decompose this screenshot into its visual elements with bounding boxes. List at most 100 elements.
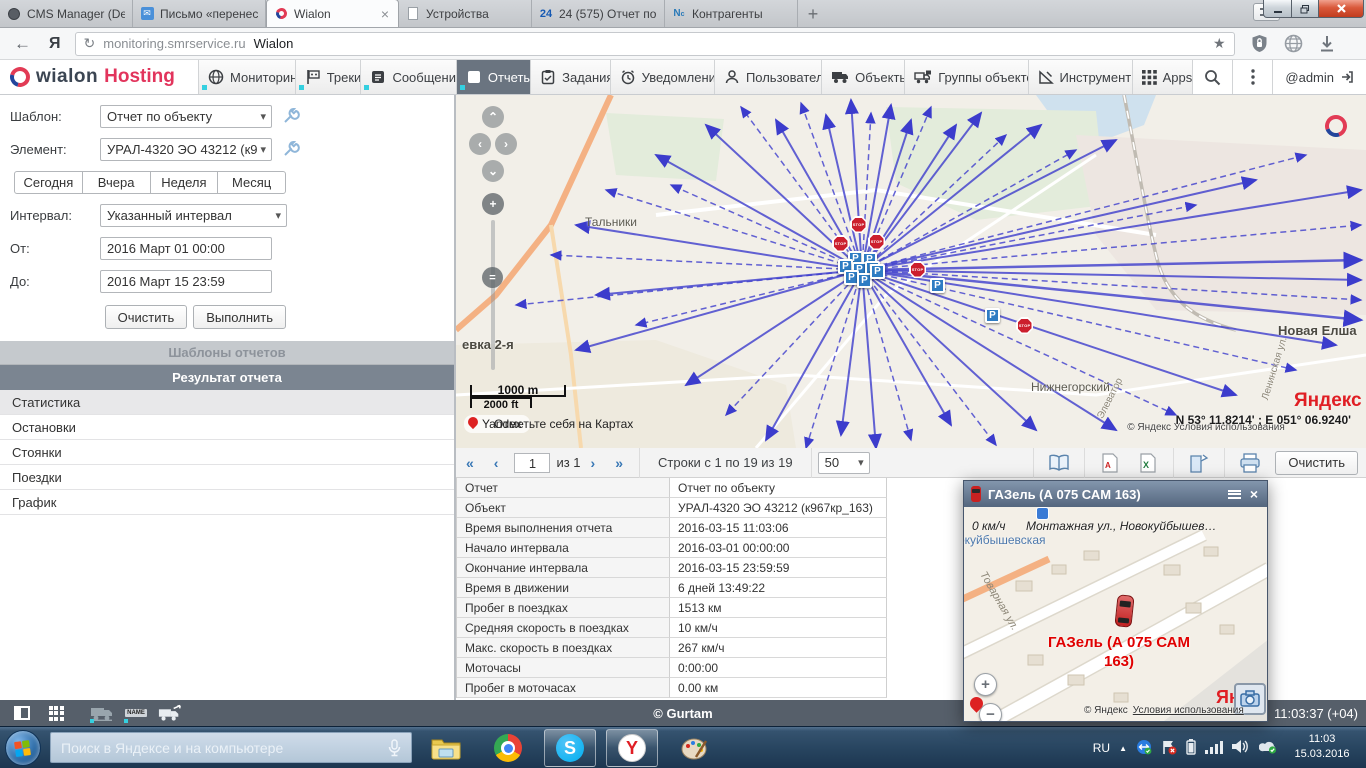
language-indicator[interactable]: RU [1093,741,1110,755]
popup-copyright[interactable]: © ЯндексУсловия использования [1084,705,1244,716]
map-attribution[interactable]: Yandex Отметьте себя на Картах [464,415,530,433]
unit-popup[interactable]: ГАЗель (А 075 САМ 163) × 0 км/ч Монтажна… [963,480,1268,722]
nav-item-tools[interactable]: Инструменты [1028,60,1132,94]
zoom-in-button[interactable]: + [482,193,504,215]
nav-item-messages[interactable]: Сообщения [360,60,455,94]
bookmark-star-icon[interactable]: ★ [1213,35,1226,52]
report-result-item[interactable]: График [0,490,454,515]
more-menu-button[interactable] [1232,60,1272,94]
microphone-icon[interactable] [388,739,401,757]
next-page-button[interactable]: › [581,455,606,471]
nav-item-globe[interactable]: Мониторинг [198,60,295,94]
battery-icon[interactable] [1186,739,1196,758]
parking-marker[interactable]: P [870,264,885,279]
taskbar-app-chrome[interactable] [482,729,534,767]
pan-left-button[interactable]: ‹ [469,133,491,155]
pan-down-button[interactable]: ⌄ [482,160,504,182]
popup-zoom-in-button[interactable]: + [974,673,997,696]
minimize-button[interactable] [1263,0,1292,18]
browser-tab[interactable]: 2424 (575) Отчет по арнави [532,0,665,27]
nav-item-apps[interactable]: Apps [1132,60,1193,94]
report-result-item[interactable]: Поездки [0,465,454,490]
user-menu[interactable]: @admin [1272,60,1366,94]
page-input[interactable]: 1 [514,453,550,473]
yandex-logo[interactable]: Яндекс [1294,390,1362,412]
unit-popup-map[interactable]: 0 км/ч Монтажная ул., Новокуйбышев… окуй… [964,507,1267,721]
start-button[interactable] [5,730,41,766]
browser-tab[interactable]: CMS Manager (Develo [0,0,133,27]
zoom-slider-track[interactable] [491,220,495,370]
to-input[interactable]: 2016 Март 15 23:59 [100,270,272,293]
reload-icon[interactable]: ↻ [84,35,96,52]
unit-popup-header[interactable]: ГАЗель (А 075 САМ 163) × [964,481,1267,507]
shield-icon[interactable] [1251,34,1268,53]
last-page-button[interactable]: » [605,455,633,471]
browser-tab[interactable]: ✉Письмо «перенести о [133,0,266,27]
taskbar-clock[interactable]: 11:03 15.03.2016 [1284,732,1360,762]
template-wrench-icon[interactable] [282,107,300,125]
nav-item-flag[interactable]: Треки [295,60,361,94]
unit-popup-close-icon[interactable]: × [1248,486,1260,502]
quick-interval-button-0[interactable]: Сегодня [14,171,83,194]
browser-menu-button[interactable]: Я [43,35,75,53]
print-icon[interactable] [1231,448,1269,478]
globe-icon[interactable] [1284,34,1303,53]
remote-access-icon[interactable] [1136,739,1152,758]
nav-item-reports[interactable]: Отчеты [456,60,530,94]
map-area[interactable]: Тальникиевка 2-яНижнегорскийНовая ЕлшаЭл… [456,95,1366,448]
first-page-button[interactable]: « [456,455,484,471]
new-tab-button[interactable]: + [798,1,828,27]
interval-select[interactable]: Указанный интервал [100,204,287,227]
report-result-item[interactable]: Статистика [0,390,454,415]
result-header[interactable]: Результат отчета [0,365,454,390]
unit-marker-car[interactable] [1114,594,1134,628]
pan-up-button[interactable]: ⌃ [482,106,504,128]
taskbar-app-paint[interactable] [668,729,720,767]
template-select[interactable]: Отчет по объекту [100,105,272,128]
nav-item-user[interactable]: Пользователи [714,60,821,94]
element-wrench-icon[interactable] [282,140,300,158]
nav-item-truck-group[interactable]: Группы объектов [904,60,1027,94]
action-center-icon[interactable] [1161,739,1177,758]
execute-button[interactable]: Выполнить [193,305,286,329]
nav-item-tasks[interactable]: Задания [530,60,610,94]
nav-item-truck[interactable]: Объекты [821,60,904,94]
report-result-item[interactable]: Остановки [0,415,454,440]
quick-interval-button-1[interactable]: Вчера [82,171,151,194]
taskbar-app-skype[interactable]: S [544,729,596,767]
tray-expand-icon[interactable]: ▲ [1119,744,1127,753]
unit-popup-menu-icon[interactable] [1228,490,1241,499]
report-result-item[interactable]: Стоянки [0,440,454,465]
cloud-sync-icon[interactable] [1259,739,1278,757]
browser-tab[interactable]: Устройства [399,0,532,27]
pan-right-button[interactable]: › [495,133,517,155]
from-input[interactable]: 2016 Март 01 00:00 [100,237,272,260]
close-button[interactable] [1319,0,1364,18]
back-button[interactable]: ← [0,34,43,54]
nav-item-alarm[interactable]: Уведомления [610,60,714,94]
element-select[interactable]: УРАЛ-4320 ЭО 43212 (к9 [100,138,272,161]
taskbar-app-yandex-browser[interactable]: Y [606,729,658,767]
taskbar-app-explorer[interactable] [420,729,472,767]
prev-page-button[interactable]: ‹ [484,455,509,471]
export-excel-icon[interactable]: X [1129,448,1167,478]
browser-tab[interactable]: NcКонтрагенты [665,0,798,27]
clear-report-button[interactable]: Очистить [1275,451,1358,475]
page-size-select[interactable]: 50 [818,452,870,474]
quick-interval-button-2[interactable]: Неделя [150,171,219,194]
browser-tab[interactable]: Wialon× [266,0,399,27]
clear-form-button[interactable]: Очистить [105,305,188,329]
parking-marker[interactable]: P [930,278,945,293]
export-pdf-icon[interactable]: A [1091,448,1129,478]
network-signal-icon[interactable] [1205,740,1223,757]
maximize-button[interactable] [1292,0,1319,18]
address-bar[interactable]: ↻ monitoring.smrservice.ru Wialon ★ [75,32,1235,56]
parking-marker[interactable]: P [985,308,1000,323]
report-book-icon[interactable] [1040,448,1078,478]
volume-icon[interactable] [1232,739,1250,757]
tab-close-icon[interactable]: × [379,6,391,22]
download-icon[interactable] [1319,35,1335,53]
zoom-slider-handle[interactable]: = [482,267,503,288]
taskbar-search[interactable]: Поиск в Яндексе и на компьютере [50,732,412,763]
export-file-icon[interactable] [1180,448,1218,478]
